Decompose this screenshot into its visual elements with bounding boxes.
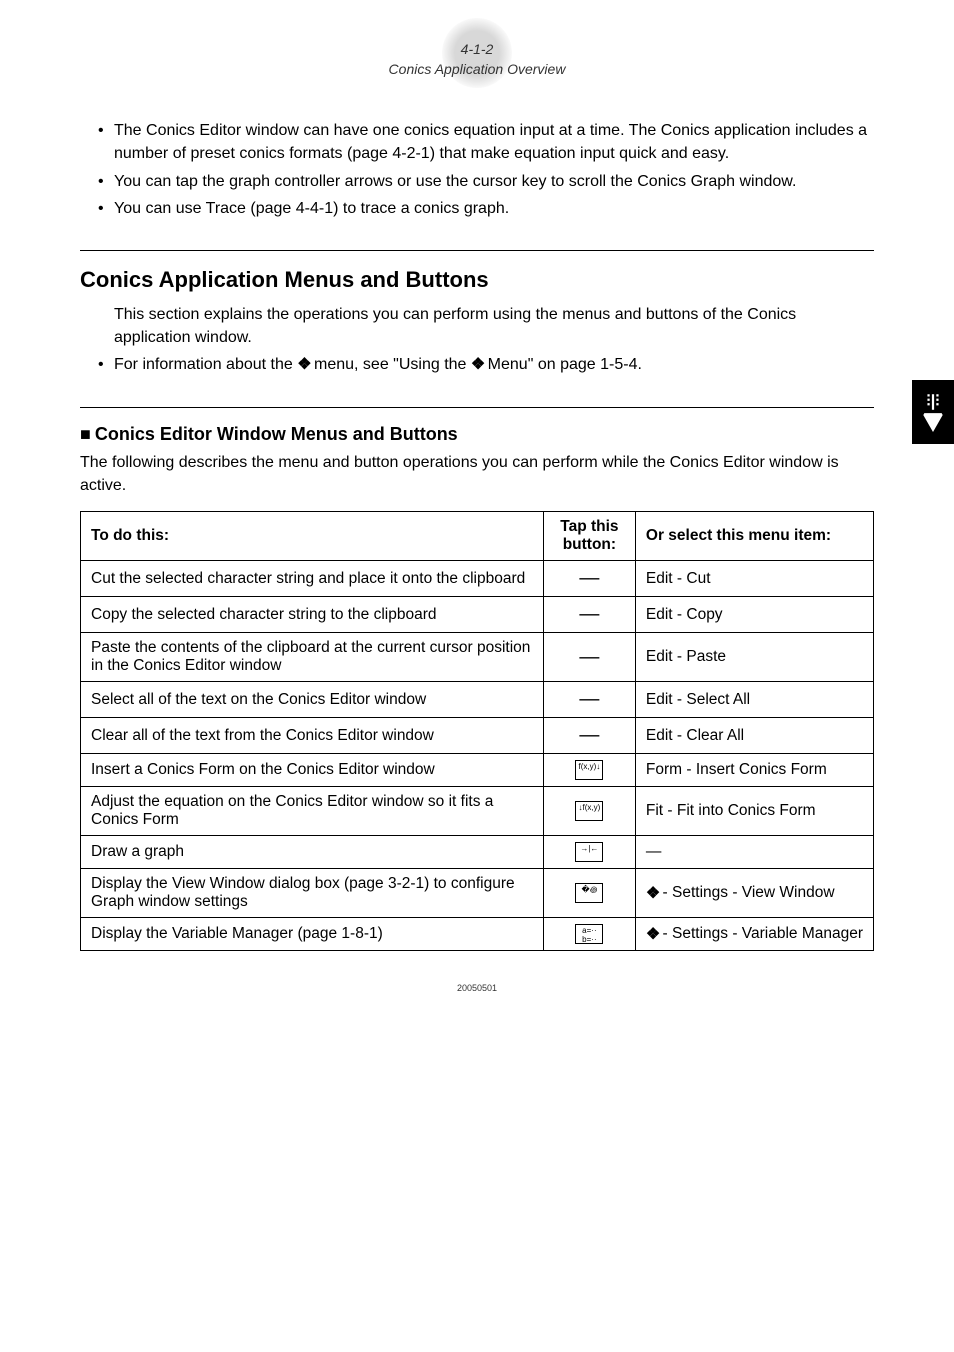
menu-cell: Form - Insert Conics Form	[635, 754, 873, 787]
footer-code: 20050501	[457, 983, 497, 993]
button-cell: �꩜	[543, 869, 635, 918]
button-cell: →|←	[543, 836, 635, 869]
button-cell: —	[543, 633, 635, 682]
square-bullet: ■	[80, 424, 91, 444]
toolbar-button-icon: a=·· b=··	[575, 924, 603, 944]
table-row: Draw a graph →|← —	[81, 836, 874, 869]
no-button-dash: —	[579, 567, 599, 589]
section-bullet: For information about the ❖ menu, see "U…	[114, 353, 874, 376]
button-cell: —	[543, 682, 635, 718]
action-cell: Insert a Conics Form on the Conics Edito…	[81, 754, 544, 787]
menu-cell: Edit - Paste	[635, 633, 873, 682]
menu-cell: Fit - Fit into Conics Form	[635, 787, 873, 836]
section-desc: This section explains the operations you…	[114, 303, 874, 349]
toolbar-button-icon: �꩜	[575, 883, 603, 903]
subsection-title: ■Conics Editor Window Menus and Buttons	[80, 424, 874, 445]
subsection-desc: The following describes the menu and but…	[80, 451, 874, 497]
divider	[80, 407, 874, 408]
table-row: Adjust the equation on the Conics Editor…	[81, 787, 874, 836]
page-title: Conics Application Overview	[80, 60, 874, 80]
settings-menu-icon: ❖	[471, 353, 483, 376]
table-row: Display the View Window dialog box (page…	[81, 869, 874, 918]
col-header-action: To do this:	[81, 512, 544, 561]
table-row: Select all of the text on the Conics Edi…	[81, 682, 874, 718]
table-row: Insert a Conics Form on the Conics Edito…	[81, 754, 874, 787]
table-row: Paste the contents of the clipboard at t…	[81, 633, 874, 682]
page-header: 4-1-2 Conics Application Overview	[80, 40, 874, 79]
action-cell: Paste the contents of the clipboard at t…	[81, 633, 544, 682]
settings-menu-icon: ❖	[646, 924, 658, 944]
table-row: Copy the selected character string to th…	[81, 597, 874, 633]
toolbar-button-icon: →|←	[575, 842, 603, 862]
table-row: Display the Variable Manager (page 1-8-1…	[81, 918, 874, 951]
button-cell: ↓f(x,y)	[543, 787, 635, 836]
col-header-menu: Or select this menu item:	[635, 512, 873, 561]
action-cell: Cut the selected character string and pl…	[81, 561, 544, 597]
no-button-dash: —	[579, 724, 599, 746]
table-row: Cut the selected character string and pl…	[81, 561, 874, 597]
divider	[80, 250, 874, 251]
no-button-dash: —	[579, 688, 599, 710]
action-cell: Display the Variable Manager (page 1-8-1…	[81, 918, 544, 951]
action-cell: Clear all of the text from the Conics Ed…	[81, 718, 544, 754]
settings-menu-icon: ❖	[297, 353, 309, 376]
section-body: This section explains the operations you…	[80, 303, 874, 377]
action-cell: Select all of the text on the Conics Edi…	[81, 682, 544, 718]
menu-cell: —	[635, 836, 873, 869]
menu-cell: Edit - Cut	[635, 561, 873, 597]
table-row: Clear all of the text from the Conics Ed…	[81, 718, 874, 754]
action-cell: Adjust the equation on the Conics Editor…	[81, 787, 544, 836]
button-cell: —	[543, 561, 635, 597]
intro-bullets: The Conics Editor window can have one co…	[80, 119, 874, 220]
section-title: Conics Application Menus and Buttons	[80, 267, 874, 293]
button-cell: f(x,y)↓	[543, 754, 635, 787]
action-cell: Draw a graph	[81, 836, 544, 869]
intro-bullet: You can tap the graph controller arrows …	[114, 170, 874, 193]
action-cell: Copy the selected character string to th…	[81, 597, 544, 633]
menu-cell: ❖ - Settings - View Window	[635, 869, 873, 918]
menu-cell: Edit - Select All	[635, 682, 873, 718]
button-cell: —	[543, 718, 635, 754]
button-cell: a=·· b=··	[543, 918, 635, 951]
settings-menu-icon: ❖	[646, 883, 658, 903]
menu-cell: Edit - Copy	[635, 597, 873, 633]
menu-cell: ❖ - Settings - Variable Manager	[635, 918, 873, 951]
toolbar-button-icon: ↓f(x,y)	[575, 801, 603, 821]
no-button-dash: —	[579, 603, 599, 625]
intro-bullet: The Conics Editor window can have one co…	[114, 119, 874, 165]
button-cell: —	[543, 597, 635, 633]
no-button-dash: —	[579, 646, 599, 668]
menu-cell: Edit - Clear All	[635, 718, 873, 754]
action-cell: Display the View Window dialog box (page…	[81, 869, 544, 918]
operations-table: To do this: Tap this button: Or select t…	[80, 511, 874, 951]
page-ref: 4-1-2	[80, 40, 874, 60]
toolbar-button-icon: f(x,y)↓	[575, 760, 603, 780]
col-header-button: Tap this button:	[543, 512, 635, 561]
intro-bullet: You can use Trace (page 4-4-1) to trace …	[114, 197, 874, 220]
